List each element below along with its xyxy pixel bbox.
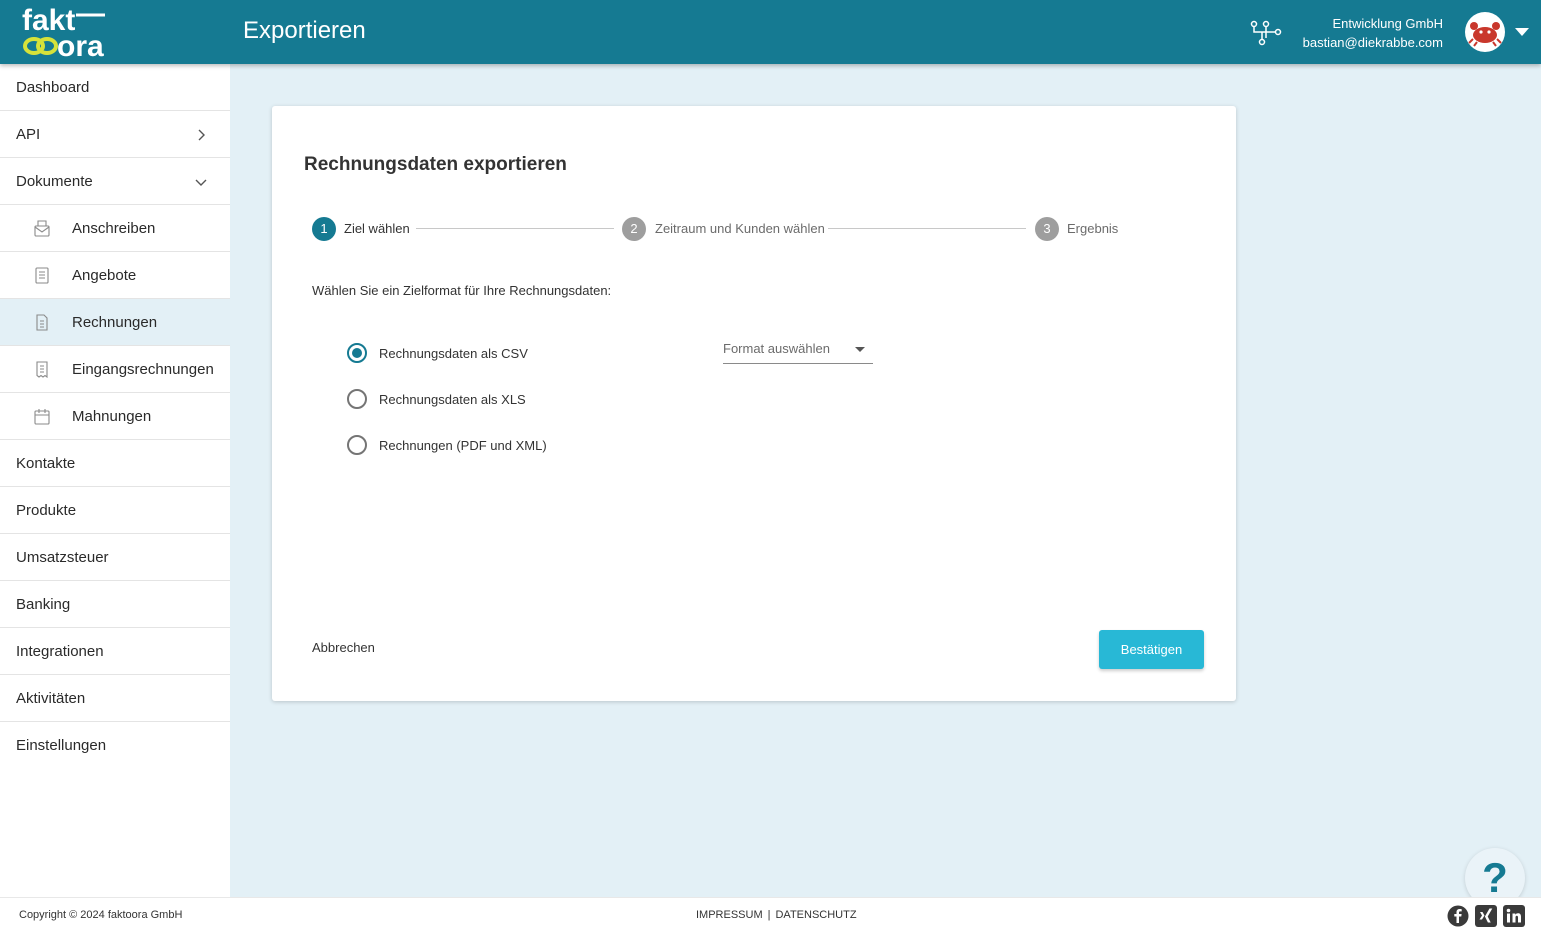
confirm-button[interactable]: Bestätigen xyxy=(1099,630,1204,669)
sidebar-item-umsatzsteuer[interactable]: Umsatzsteuer xyxy=(0,534,230,581)
sidebar-item-dashboard[interactable]: Dashboard xyxy=(0,64,230,111)
stepper: 1 Ziel wählen 2 Zeitraum und Kunden wähl… xyxy=(312,217,1132,241)
footer-separator: | xyxy=(767,909,771,921)
step-3-label: Ergebnis xyxy=(1067,221,1119,236)
facebook-icon[interactable] xyxy=(1447,905,1469,927)
invoice-icon xyxy=(36,314,48,331)
step-1-number: 1 xyxy=(312,217,336,241)
sidebar-item-eingangsrechnungen[interactable]: Eingangsrechnungen xyxy=(0,346,230,393)
export-card: Rechnungsdaten exportieren 1 Ziel wählen… xyxy=(272,106,1236,701)
format-select-placeholder: Format auswählen xyxy=(723,341,830,356)
step-1-label: Ziel wählen xyxy=(344,221,410,236)
linkedin-icon[interactable] xyxy=(1503,905,1525,927)
sidebar-item-api[interactable]: API xyxy=(0,111,230,158)
sidebar-item-label: Rechnungen xyxy=(72,313,158,331)
option-label: Rechnungsdaten als CSV xyxy=(379,345,528,361)
user-info[interactable]: Entwicklung GmbH bastian@diekrabbe.com xyxy=(1303,14,1443,52)
logo-text-bottom: ora xyxy=(57,30,104,60)
receipt-icon xyxy=(36,361,48,378)
sidebar-item-label: Dashboard xyxy=(16,78,90,96)
sidebar-item-label: Einstellungen xyxy=(16,737,107,754)
chevron-down-icon[interactable] xyxy=(1515,28,1529,36)
sidebar-item-anschreiben[interactable]: Anschreiben xyxy=(0,205,230,252)
step-connector xyxy=(828,228,1026,229)
sidebar-item-banking[interactable]: Banking xyxy=(0,581,230,628)
app-header: fakt ora Exportieren Entwicklung GmbH ba… xyxy=(0,0,1541,64)
company-name: Entwicklung GmbH xyxy=(1332,16,1443,31)
copyright-text: Copyright © 2024 faktoora GmbH xyxy=(19,909,183,921)
intro-text: Wählen Sie ein Zielformat für Ihre Rechn… xyxy=(312,283,612,298)
sidebar-item-label: Aktivitäten xyxy=(16,689,86,707)
radio-button[interactable] xyxy=(347,343,367,363)
option-xls[interactable]: Rechnungsdaten als XLS xyxy=(347,388,526,410)
org-chart-icon[interactable] xyxy=(1250,18,1282,46)
option-label: Rechnungsdaten als XLS xyxy=(379,391,526,407)
sidebar-item-label: Anschreiben xyxy=(72,219,156,237)
option-pdf-xml[interactable]: Rechnungen (PDF und XML) xyxy=(347,434,547,456)
caret-down-icon xyxy=(855,347,865,352)
crab-icon xyxy=(1468,22,1502,47)
faktoora-logo[interactable]: fakt ora xyxy=(20,4,110,60)
document-list-icon xyxy=(35,267,49,284)
letter-icon xyxy=(34,220,50,237)
chevron-right-icon xyxy=(198,129,205,141)
sidebar-item-label: Umsatzsteuer xyxy=(16,548,109,566)
cancel-button[interactable]: Abbrechen xyxy=(312,640,375,655)
sidebar-item-integrationen[interactable]: Integrationen xyxy=(0,628,230,675)
radio-button[interactable] xyxy=(347,435,367,455)
sidebar-item-mahnungen[interactable]: Mahnungen xyxy=(0,393,230,440)
step-connector xyxy=(416,228,614,229)
footer: Copyright © 2024 faktoora GmbH IMPRESSUM… xyxy=(0,897,1541,934)
sidebar-item-produkte[interactable]: Produkte xyxy=(0,487,230,534)
impressum-link[interactable]: IMPRESSUM xyxy=(696,909,763,921)
sidebar-item-label: Banking xyxy=(16,595,71,613)
user-email: bastian@diekrabbe.com xyxy=(1302,35,1443,50)
sidebar-item-angebote[interactable]: Angebote xyxy=(0,252,230,299)
xing-icon[interactable] xyxy=(1475,905,1497,927)
sidebar: Dashboard API Dokumente Anschreiben Ange… xyxy=(0,64,230,897)
avatar[interactable] xyxy=(1465,12,1505,52)
sidebar-item-label: Mahnungen xyxy=(72,407,152,425)
sidebar-item-label: Dokumente xyxy=(16,172,93,190)
sidebar-item-label: Integrationen xyxy=(16,642,104,660)
sidebar-item-rechnungen[interactable]: Rechnungen xyxy=(0,299,230,346)
sidebar-item-label: Kontakte xyxy=(16,454,76,472)
sidebar-item-kontakte[interactable]: Kontakte xyxy=(0,440,230,487)
datenschutz-link[interactable]: DATENSCHUTZ xyxy=(775,909,856,921)
sidebar-item-einstellungen[interactable]: Einstellungen xyxy=(0,722,230,769)
sidebar-item-label: API xyxy=(16,125,41,143)
radio-button[interactable] xyxy=(347,389,367,409)
step-2-number: 2 xyxy=(622,217,646,241)
page-title: Exportieren xyxy=(243,17,366,44)
chevron-down-icon xyxy=(195,179,207,186)
format-select[interactable]: Format auswählen xyxy=(723,338,873,364)
card-title: Rechnungsdaten exportieren xyxy=(304,154,567,175)
option-csv[interactable]: Rechnungsdaten als CSV xyxy=(347,342,528,364)
sidebar-item-dokumente[interactable]: Dokumente xyxy=(0,158,230,205)
footer-links: IMPRESSUM | DATENSCHUTZ xyxy=(696,909,857,921)
step-3-number: 3 xyxy=(1035,217,1059,241)
calendar-icon xyxy=(34,409,50,425)
option-label: Rechnungen (PDF und XML) xyxy=(379,437,547,453)
sidebar-item-label: Eingangsrechnungen xyxy=(72,360,214,378)
sidebar-item-label: Produkte xyxy=(16,501,77,519)
sidebar-item-label: Angebote xyxy=(72,266,137,284)
sidebar-item-aktivitaeten[interactable]: Aktivitäten xyxy=(0,675,230,722)
step-2-label: Zeitraum und Kunden wählen xyxy=(655,221,825,236)
